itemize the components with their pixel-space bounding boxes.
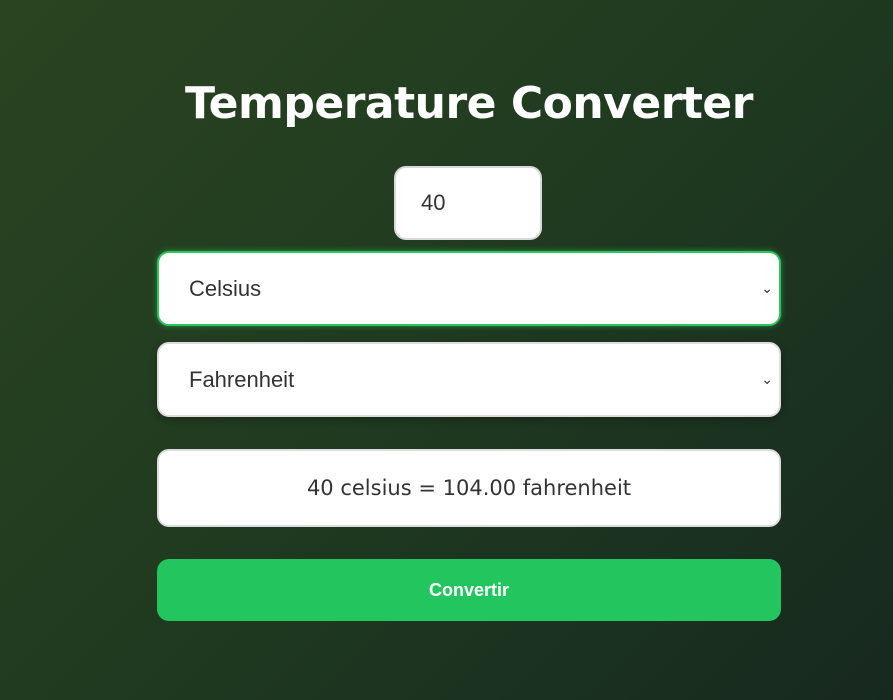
result-display: 40 celsius = 104.00 fahrenheit (157, 449, 781, 527)
chevron-down-icon: ⌄ (761, 280, 773, 296)
page-title: Temperature Converter (185, 78, 753, 129)
from-unit-value: Celsius (189, 276, 262, 301)
temperature-input[interactable]: 40 (394, 166, 542, 240)
to-unit-select[interactable]: Fahrenheit ⌄ (157, 342, 781, 417)
chevron-down-icon: ⌄ (761, 371, 773, 387)
to-unit-value: Fahrenheit (189, 367, 295, 392)
convert-button[interactable]: Convertir (157, 559, 781, 621)
from-unit-select[interactable]: Celsius ⌄ (157, 251, 781, 326)
